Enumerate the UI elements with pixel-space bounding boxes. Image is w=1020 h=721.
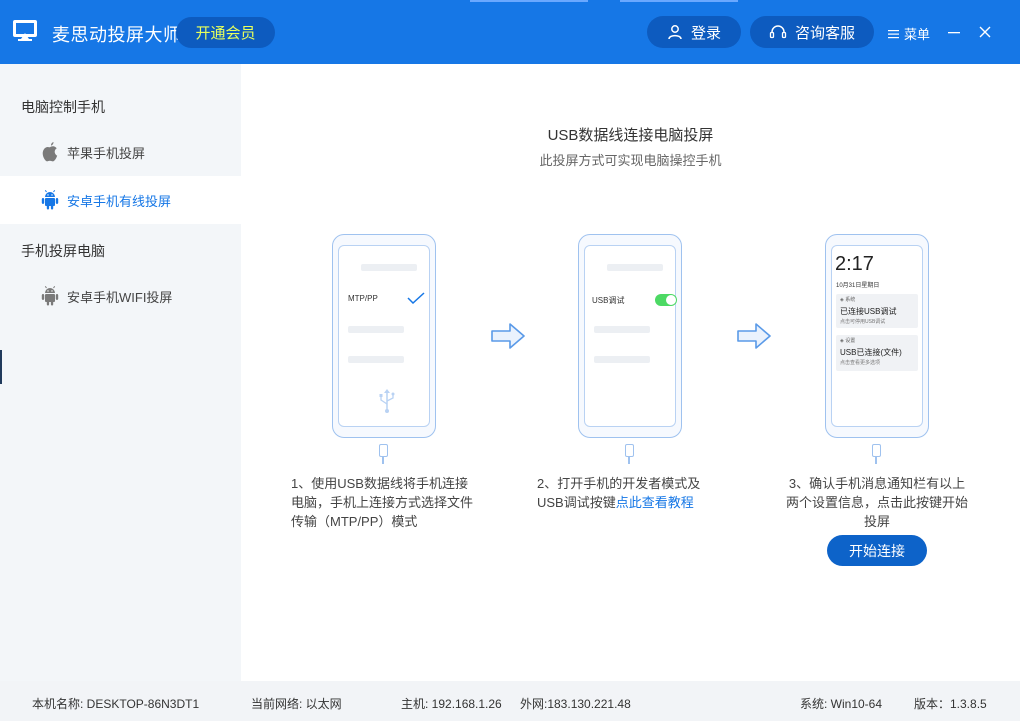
phone-illustration-usb-debug: USB调试	[578, 234, 682, 464]
tutorial-link[interactable]: 点此查看教程	[616, 495, 694, 510]
sidebar: 电脑控制手机 苹果手机投屏 安卓手机有线投屏 手机投屏电脑 安卓手机WIFI投屏	[0, 64, 241, 681]
minimize-icon	[948, 32, 960, 34]
sidebar-item-label: 苹果手机投屏	[67, 145, 146, 161]
app-logo-icon	[13, 20, 37, 41]
window-edge-mark	[0, 350, 2, 384]
sidebar-section-pc-control: 电脑控制手机	[21, 99, 105, 115]
service-label: 咨询客服	[794, 24, 855, 42]
notification-source: ◈ 系统	[840, 297, 856, 303]
notification-title: USB已连接(文件)	[840, 348, 902, 357]
sidebar-item-label: 安卓手机WIFI投屏	[67, 289, 173, 305]
tab-accent	[620, 0, 738, 2]
page-title: USB数据线连接电脑投屏	[547, 127, 714, 144]
step1-text: 1、使用USB数据线将手机连接电脑，手机上连接方式选择文件传输（MTP/PP）模…	[291, 476, 474, 529]
vip-button[interactable]: 开通会员	[176, 17, 275, 48]
apple-icon	[40, 141, 60, 163]
usb-plug	[872, 444, 881, 464]
menu-label: 菜单	[904, 27, 931, 42]
usb-icon	[379, 389, 395, 413]
start-connect-button[interactable]: 开始连接	[827, 535, 927, 566]
mtp-option-label: MTP/PP	[348, 294, 378, 303]
usb-plug	[379, 444, 388, 464]
placeholder-bar	[361, 264, 417, 271]
checkmark-icon	[407, 292, 425, 304]
login-label: 登录	[690, 24, 721, 42]
hamburger-icon	[888, 29, 899, 38]
usb-debug-label: USB调试	[592, 296, 625, 305]
network-status: 当前网络: 以太网	[251, 697, 342, 711]
customer-service-button[interactable]: 咨询客服	[750, 16, 874, 48]
arrow-right-icon	[491, 323, 525, 349]
headset-icon	[769, 25, 787, 39]
step2-text: 2、打开手机的开发者模式及USB调试按键点此查看教程	[537, 474, 721, 512]
placeholder-bar	[348, 356, 404, 363]
tab-accent	[470, 0, 588, 2]
usb-debug-toggle	[655, 294, 677, 306]
minimize-button[interactable]	[944, 22, 964, 42]
version-info: 版本：1.3.8.5	[914, 697, 987, 711]
login-button[interactable]: 登录	[647, 16, 741, 48]
phone-illustration-notifications: 2:17 10月31日星期日 ◈ 系统 已连接USB调试 点击可停用USB调试 …	[825, 234, 929, 464]
computer-name: 本机名称: DESKTOP-86N3DT1	[32, 697, 200, 711]
close-button[interactable]	[975, 22, 995, 42]
notification-usb-file: ◈ 设置 USB已连接(文件) 点击查看更多选项	[836, 335, 918, 371]
page-subtitle: 此投屏方式可实现电脑操控手机	[539, 153, 722, 168]
lockscreen-date: 10月31日星期日	[836, 283, 880, 289]
sidebar-item-label: 安卓手机有线投屏	[67, 193, 172, 209]
external-ip: 外网:183.130.221.48	[520, 697, 631, 711]
usb-plug	[625, 444, 634, 464]
sidebar-section-phone-to-pc: 手机投屏电脑	[21, 243, 105, 259]
app-title: 麦思动投屏大师	[52, 25, 182, 45]
android-icon	[40, 189, 60, 211]
menu-button[interactable]: 菜单	[888, 24, 930, 43]
host-ip: 主机: 192.168.1.26	[401, 697, 502, 711]
close-icon	[979, 26, 991, 38]
step3-text: 3、确认手机消息通知栏有以上两个设置信息，点击此按键开始投屏	[785, 476, 968, 529]
user-icon	[668, 25, 682, 40]
notification-desc: 点击可停用USB调试	[840, 319, 886, 325]
phone-screen: MTP/PP	[338, 245, 430, 427]
placeholder-bar	[607, 264, 663, 271]
phone-screen: 2:17 10月31日星期日 ◈ 系统 已连接USB调试 点击可停用USB调试 …	[831, 245, 923, 427]
phone-illustration-mtp: MTP/PP	[332, 234, 436, 464]
placeholder-bar	[348, 326, 404, 333]
placeholder-bar	[594, 326, 650, 333]
status-bar: 本机名称: DESKTOP-86N3DT1 当前网络: 以太网 主机: 192.…	[0, 681, 1020, 721]
notification-desc: 点击查看更多选项	[840, 360, 881, 366]
notification-usb-debug: ◈ 系统 已连接USB调试 点击可停用USB调试	[836, 294, 918, 328]
sidebar-item-android-wired[interactable]: 安卓手机有线投屏	[0, 176, 241, 224]
sidebar-item-iphone[interactable]: 苹果手机投屏	[0, 128, 241, 176]
settings-small-icon: ◈	[840, 338, 844, 344]
sidebar-item-android-wifi[interactable]: 安卓手机WIFI投屏	[0, 272, 241, 320]
settings-small-icon: ◈	[840, 297, 844, 303]
placeholder-bar	[594, 356, 650, 363]
title-bar: 麦思动投屏大师 开通会员 登录 咨询客服 菜单	[0, 0, 1020, 64]
arrow-right-icon	[737, 323, 771, 349]
notification-title: 已连接USB调试	[840, 307, 897, 316]
notification-source: ◈ 设置	[840, 338, 856, 344]
system-info: 系统: Win10-64	[800, 697, 883, 711]
lockscreen-clock: 2:17	[835, 253, 874, 275]
phone-screen: USB调试	[584, 245, 677, 427]
android-icon	[40, 285, 60, 307]
